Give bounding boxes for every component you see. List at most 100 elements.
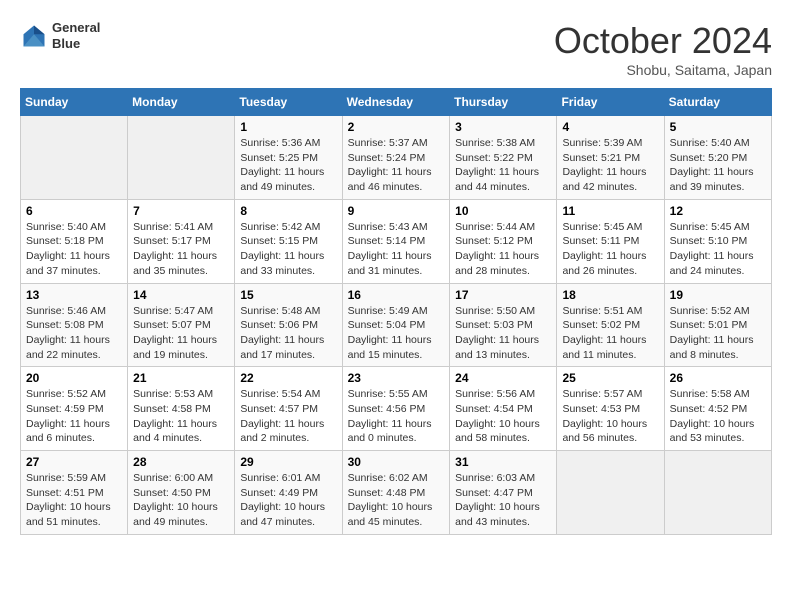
day-info: Sunrise: 5:49 AMSunset: 5:04 PMDaylight:… bbox=[348, 304, 445, 363]
weekday-header-thursday: Thursday bbox=[450, 89, 557, 116]
day-info: Sunrise: 5:57 AMSunset: 4:53 PMDaylight:… bbox=[562, 387, 658, 446]
logo: General Blue bbox=[20, 20, 100, 51]
day-info: Sunrise: 5:56 AMSunset: 4:54 PMDaylight:… bbox=[455, 387, 551, 446]
day-info: Sunrise: 5:43 AMSunset: 5:14 PMDaylight:… bbox=[348, 220, 445, 279]
calendar-cell: 21 Sunrise: 5:53 AMSunset: 4:58 PMDayligh… bbox=[128, 367, 235, 451]
weekday-header-tuesday: Tuesday bbox=[235, 89, 342, 116]
day-number: 30 bbox=[348, 455, 445, 469]
calendar-cell bbox=[557, 451, 664, 535]
calendar-cell: 28 Sunrise: 6:00 AMSunset: 4:50 PMDayligh… bbox=[128, 451, 235, 535]
calendar-cell: 6Sunrise: 5:40 AMSunset: 5:18 PMDaylight… bbox=[21, 199, 128, 283]
day-number: 16 bbox=[348, 288, 445, 302]
calendar-cell: 5 Sunrise: 5:40 AMSunset: 5:20 PMDaylight… bbox=[664, 116, 771, 200]
day-info: Sunrise: 5:37 AMSunset: 5:24 PMDaylight:… bbox=[348, 136, 445, 195]
day-number: 21 bbox=[133, 371, 229, 385]
day-info: Sunrise: 5:50 AMSunset: 5:03 PMDaylight:… bbox=[455, 304, 551, 363]
day-number: 26 bbox=[670, 371, 766, 385]
calendar-cell: 16 Sunrise: 5:49 AMSunset: 5:04 PMDayligh… bbox=[342, 283, 450, 367]
day-info: Sunrise: 5:42 AMSunset: 5:15 PMDaylight:… bbox=[240, 220, 336, 279]
day-info: Sunrise: 5:58 AMSunset: 4:52 PMDaylight:… bbox=[670, 387, 766, 446]
day-info: Sunrise: 5:52 AMSunset: 5:01 PMDaylight:… bbox=[670, 304, 766, 363]
day-number: 4 bbox=[562, 120, 658, 134]
day-number: 25 bbox=[562, 371, 658, 385]
calendar-cell: 27Sunrise: 5:59 AMSunset: 4:51 PMDayligh… bbox=[21, 451, 128, 535]
day-number: 18 bbox=[562, 288, 658, 302]
calendar-cell: 29Sunrise: 6:01 AMSunset: 4:49 PMDayligh… bbox=[235, 451, 342, 535]
day-number: 12 bbox=[670, 204, 766, 218]
calendar-cell: 4Sunrise: 5:39 AMSunset: 5:21 PMDaylight… bbox=[557, 116, 664, 200]
day-number: 24 bbox=[455, 371, 551, 385]
page-header: General Blue October 2024 Shobu, Saitama… bbox=[20, 20, 772, 78]
logo-icon bbox=[20, 22, 48, 50]
day-number: 20 bbox=[26, 371, 122, 385]
calendar-cell bbox=[128, 116, 235, 200]
day-number: 10 bbox=[455, 204, 551, 218]
day-info: Sunrise: 5:48 AMSunset: 5:06 PMDaylight:… bbox=[240, 304, 336, 363]
calendar-cell: 7 Sunrise: 5:41 AMSunset: 5:17 PMDaylight… bbox=[128, 199, 235, 283]
calendar-cell: 22 Sunrise: 5:54 AMSunset: 4:57 PMDayligh… bbox=[235, 367, 342, 451]
day-info: Sunrise: 5:54 AMSunset: 4:57 PMDaylight:… bbox=[240, 387, 336, 446]
day-info: Sunrise: 6:03 AMSunset: 4:47 PMDaylight:… bbox=[455, 471, 551, 530]
title-block: October 2024 Shobu, Saitama, Japan bbox=[554, 20, 772, 78]
calendar-cell: 2 Sunrise: 5:37 AMSunset: 5:24 PMDaylight… bbox=[342, 116, 450, 200]
calendar-cell: 3Sunrise: 5:38 AMSunset: 5:22 PMDaylight… bbox=[450, 116, 557, 200]
day-number: 19 bbox=[670, 288, 766, 302]
calendar-cell: 31 Sunrise: 6:03 AMSunset: 4:47 PMDayligh… bbox=[450, 451, 557, 535]
calendar-cell: 19 Sunrise: 5:52 AMSunset: 5:01 PMDayligh… bbox=[664, 283, 771, 367]
day-info: Sunrise: 5:52 AMSunset: 4:59 PMDaylight:… bbox=[26, 387, 122, 446]
calendar-cell: 12Sunrise: 5:45 AMSunset: 5:10 PMDayligh… bbox=[664, 199, 771, 283]
calendar-cell: 11Sunrise: 5:45 AMSunset: 5:11 PMDayligh… bbox=[557, 199, 664, 283]
location: Shobu, Saitama, Japan bbox=[554, 62, 772, 78]
logo-text: General Blue bbox=[52, 20, 100, 51]
day-info: Sunrise: 6:00 AMSunset: 4:50 PMDaylight:… bbox=[133, 471, 229, 530]
weekday-header-saturday: Saturday bbox=[664, 89, 771, 116]
calendar-cell: 13Sunrise: 5:46 AMSunset: 5:08 PMDayligh… bbox=[21, 283, 128, 367]
calendar-cell: 18 Sunrise: 5:51 AMSunset: 5:02 PMDayligh… bbox=[557, 283, 664, 367]
day-number: 1 bbox=[240, 120, 336, 134]
calendar-cell: 17 Sunrise: 5:50 AMSunset: 5:03 PMDayligh… bbox=[450, 283, 557, 367]
day-number: 7 bbox=[133, 204, 229, 218]
day-number: 31 bbox=[455, 455, 551, 469]
day-info: Sunrise: 5:40 AMSunset: 5:20 PMDaylight:… bbox=[670, 136, 766, 195]
week-row-5: 27Sunrise: 5:59 AMSunset: 4:51 PMDayligh… bbox=[21, 451, 772, 535]
weekday-header-wednesday: Wednesday bbox=[342, 89, 450, 116]
weekday-header-monday: Monday bbox=[128, 89, 235, 116]
day-number: 17 bbox=[455, 288, 551, 302]
calendar-cell: 20 Sunrise: 5:52 AMSunset: 4:59 PMDayligh… bbox=[21, 367, 128, 451]
day-info: Sunrise: 5:36 AMSunset: 5:25 PMDaylight:… bbox=[240, 136, 336, 195]
calendar-cell bbox=[21, 116, 128, 200]
day-number: 2 bbox=[348, 120, 445, 134]
calendar-cell: 10 Sunrise: 5:44 AMSunset: 5:12 PMDayligh… bbox=[450, 199, 557, 283]
calendar-table: SundayMondayTuesdayWednesdayThursdayFrid… bbox=[20, 88, 772, 535]
day-number: 3 bbox=[455, 120, 551, 134]
day-number: 13 bbox=[26, 288, 122, 302]
day-number: 14 bbox=[133, 288, 229, 302]
day-number: 8 bbox=[240, 204, 336, 218]
day-info: Sunrise: 5:47 AMSunset: 5:07 PMDaylight:… bbox=[133, 304, 229, 363]
week-row-1: 1 Sunrise: 5:36 AMSunset: 5:25 PMDaylight… bbox=[21, 116, 772, 200]
calendar-cell: 26 Sunrise: 5:58 AMSunset: 4:52 PMDayligh… bbox=[664, 367, 771, 451]
month-title: October 2024 bbox=[554, 20, 772, 62]
day-number: 28 bbox=[133, 455, 229, 469]
week-row-4: 20 Sunrise: 5:52 AMSunset: 4:59 PMDayligh… bbox=[21, 367, 772, 451]
calendar-cell: 1 Sunrise: 5:36 AMSunset: 5:25 PMDaylight… bbox=[235, 116, 342, 200]
day-info: Sunrise: 5:53 AMSunset: 4:58 PMDaylight:… bbox=[133, 387, 229, 446]
day-info: Sunrise: 5:51 AMSunset: 5:02 PMDaylight:… bbox=[562, 304, 658, 363]
weekday-header-row: SundayMondayTuesdayWednesdayThursdayFrid… bbox=[21, 89, 772, 116]
day-info: Sunrise: 5:44 AMSunset: 5:12 PMDaylight:… bbox=[455, 220, 551, 279]
day-info: Sunrise: 6:01 AMSunset: 4:49 PMDaylight:… bbox=[240, 471, 336, 530]
calendar-cell bbox=[664, 451, 771, 535]
calendar-cell: 9 Sunrise: 5:43 AMSunset: 5:14 PMDaylight… bbox=[342, 199, 450, 283]
day-number: 22 bbox=[240, 371, 336, 385]
weekday-header-friday: Friday bbox=[557, 89, 664, 116]
day-number: 27 bbox=[26, 455, 122, 469]
day-number: 11 bbox=[562, 204, 658, 218]
day-info: Sunrise: 5:41 AMSunset: 5:17 PMDaylight:… bbox=[133, 220, 229, 279]
day-number: 9 bbox=[348, 204, 445, 218]
weekday-header-sunday: Sunday bbox=[21, 89, 128, 116]
calendar-cell: 14 Sunrise: 5:47 AMSunset: 5:07 PMDayligh… bbox=[128, 283, 235, 367]
day-info: Sunrise: 5:55 AMSunset: 4:56 PMDaylight:… bbox=[348, 387, 445, 446]
calendar-cell: 8 Sunrise: 5:42 AMSunset: 5:15 PMDaylight… bbox=[235, 199, 342, 283]
calendar-cell: 24 Sunrise: 5:56 AMSunset: 4:54 PMDayligh… bbox=[450, 367, 557, 451]
day-number: 5 bbox=[670, 120, 766, 134]
